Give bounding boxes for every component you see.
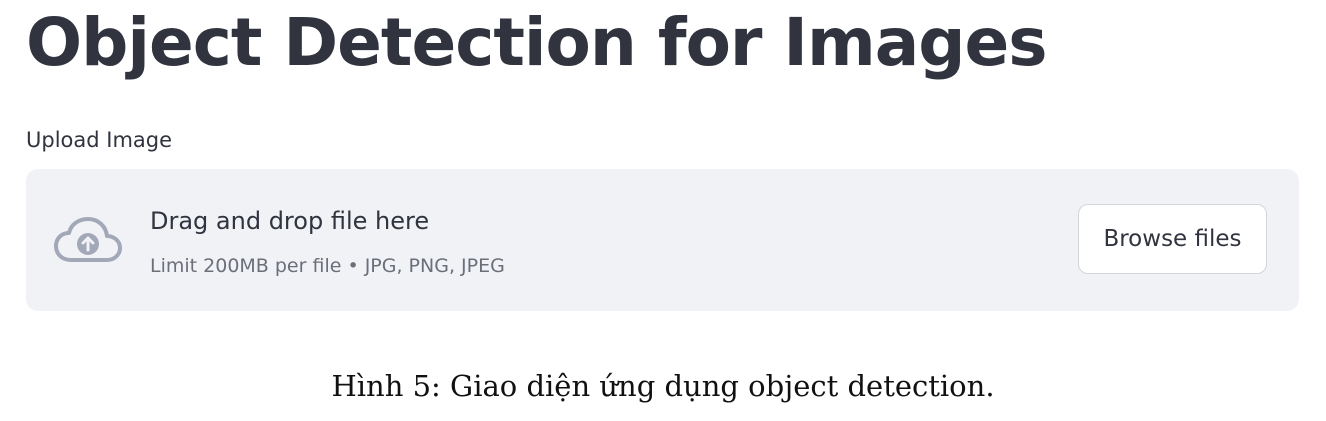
cloud-upload-icon bbox=[53, 215, 123, 265]
figure-caption: Hình 5: Giao diện ứng dụng object detect… bbox=[331, 369, 995, 403]
dropzone-instruction: Drag and drop file here bbox=[150, 207, 430, 235]
browse-files-button[interactable]: Browse files bbox=[1078, 204, 1267, 274]
file-dropzone[interactable]: Drag and drop file here Limit 200MB per … bbox=[26, 169, 1299, 311]
upload-label: Upload Image bbox=[26, 128, 173, 152]
page-title: Object Detection for Images bbox=[26, 4, 1048, 81]
file-limits-text: Limit 200MB per file • JPG, PNG, JPEG bbox=[150, 255, 505, 277]
